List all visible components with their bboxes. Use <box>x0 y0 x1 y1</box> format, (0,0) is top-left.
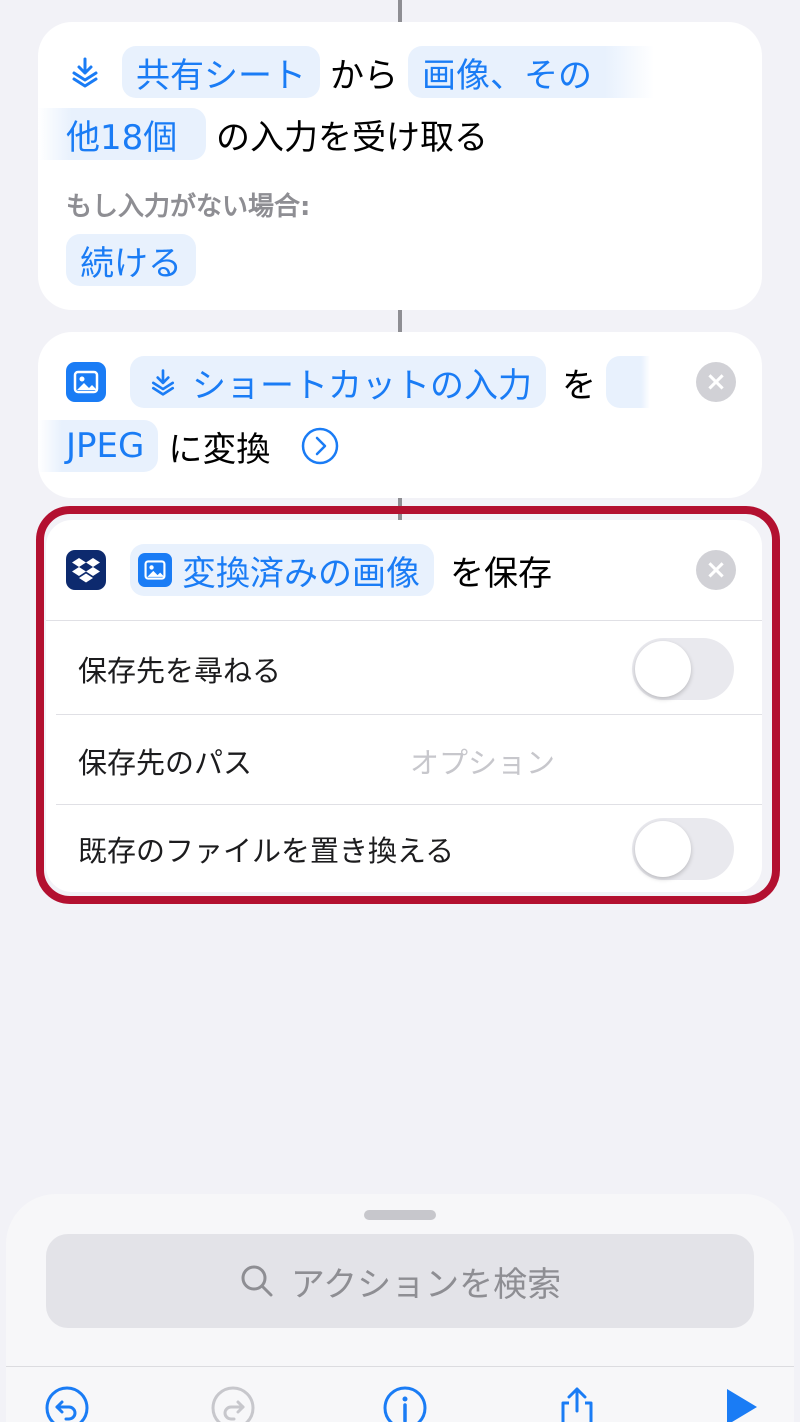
flow-connector-1 <box>398 310 402 332</box>
receive-input-action-card[interactable]: 共有シート から 画像、その 他18個 の入力を受け取る もし入力がない場合: … <box>38 22 762 310</box>
flow-connector-top <box>398 0 402 22</box>
shortcut-input-icon <box>66 53 104 91</box>
remove-action-button[interactable]: × <box>696 550 736 590</box>
photos-app-icon <box>66 362 106 402</box>
converted-image-pill[interactable]: 変換済みの画像 <box>130 544 434 596</box>
receive-input-text: の入力を受け取る <box>216 117 488 158</box>
no-input-label: もし入力がない場合: <box>66 192 311 222</box>
overwrite-label: 既存のファイルを置き換える <box>78 834 455 868</box>
input-types-pill-line2[interactable]: 他18個 <box>38 108 206 160</box>
expand-chevron-icon[interactable] <box>300 426 340 466</box>
input-types-pill-line1[interactable]: 画像、その <box>408 46 654 98</box>
toggle-knob <box>635 821 691 877</box>
shortcut-input-pill[interactable]: ショートカットの入力 <box>130 356 546 408</box>
sheet-grabber[interactable] <box>364 1210 436 1220</box>
divider <box>46 620 762 621</box>
overwrite-toggle[interactable] <box>632 818 734 880</box>
format-pill-stub[interactable] <box>606 356 650 408</box>
share-sheet-pill[interactable]: 共有シート <box>122 46 320 98</box>
photos-pill-icon <box>138 553 172 587</box>
converted-image-pill-label: 変換済みの画像 <box>182 553 420 594</box>
input-types-label-1: 画像、その <box>422 55 592 96</box>
search-icon <box>239 1263 275 1299</box>
dropbox-save-action-card[interactable]: 変換済みの画像 を保存 × 保存先を尋ねる 保存先のパス オプション 既存のファ… <box>46 520 762 892</box>
shortcut-input-pill-icon <box>144 363 182 401</box>
from-text: から <box>330 55 398 96</box>
wo-text: を <box>562 365 596 406</box>
dest-path-input[interactable]: オプション <box>410 740 555 782</box>
editor-toolbar <box>6 1366 794 1422</box>
remove-action-button[interactable]: × <box>696 362 736 402</box>
convert-text: に変換 <box>168 429 271 470</box>
overwrite-row: 既存のファイルを置き換える <box>46 804 762 894</box>
search-placeholder: アクションを検索 <box>290 1264 562 1305</box>
ask-where-label: 保存先を尋ねる <box>78 654 282 688</box>
input-types-label-2: 他18個 <box>66 117 178 158</box>
run-play-icon[interactable] <box>716 1385 766 1422</box>
save-text: を保存 <box>450 553 552 594</box>
undo-icon[interactable] <box>42 1385 92 1422</box>
ask-where-toggle[interactable] <box>632 638 734 700</box>
convert-image-action-card[interactable]: ショートカットの入力 を × JPEG に変換 <box>38 332 762 498</box>
dest-path-label: 保存先のパス <box>78 746 253 780</box>
close-icon: × <box>705 555 727 585</box>
shortcut-input-pill-label: ショートカットの入力 <box>192 365 532 406</box>
action-search-field[interactable]: アクションを検索 <box>46 1234 754 1328</box>
flow-connector-2 <box>398 498 402 520</box>
redo-icon[interactable] <box>208 1385 258 1422</box>
toggle-knob <box>635 641 691 697</box>
dropbox-icon <box>66 550 106 590</box>
format-pill[interactable]: JPEG <box>38 420 159 472</box>
info-icon[interactable] <box>380 1385 430 1422</box>
share-icon[interactable] <box>552 1385 602 1422</box>
format-pill-label: JPEG <box>66 426 145 466</box>
close-icon: × <box>705 367 727 397</box>
dest-path-row: 保存先のパス オプション <box>46 716 762 806</box>
action-search-sheet: アクションを検索 <box>6 1194 794 1422</box>
continue-pill[interactable]: 続ける <box>66 234 196 286</box>
ask-where-row: 保存先を尋ねる <box>46 624 762 714</box>
share-sheet-pill-label: 共有シート <box>136 55 306 96</box>
continue-pill-label: 続ける <box>80 243 182 284</box>
divider <box>56 714 762 715</box>
